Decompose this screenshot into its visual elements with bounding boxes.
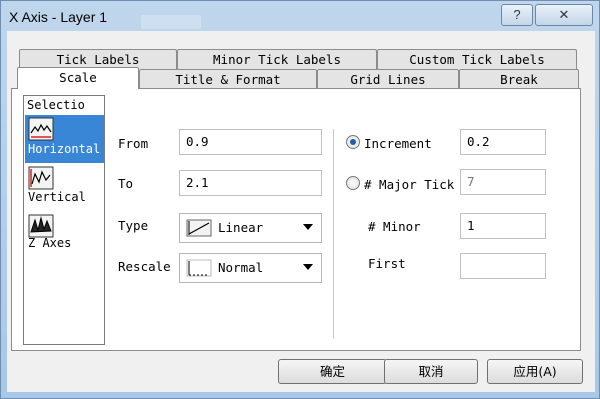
minor-ticks-input[interactable]: 1 — [460, 213, 546, 239]
selection-item-label: Z Axes — [28, 236, 72, 250]
chevron-down-icon — [303, 224, 313, 230]
first-tick-label: First — [368, 256, 406, 271]
chevron-down-icon — [303, 264, 313, 270]
selection-item-label: Horizontal — [28, 142, 101, 156]
selection-item-z-axes[interactable]: Z Axes — [25, 213, 104, 257]
selection-item-label: Vertical — [28, 190, 86, 204]
linear-scale-icon — [186, 219, 212, 237]
apply-button[interactable]: 应用(A) — [487, 359, 583, 384]
close-icon: ✕ — [558, 7, 570, 22]
rescale-icon — [186, 259, 212, 277]
selection-list[interactable]: Selectio Horizontal Vertical Z Axes — [23, 95, 105, 345]
title-bar[interactable]: X Axis - Layer 1 ? ✕ — [1, 1, 600, 35]
horizontal-axis-icon — [28, 117, 54, 141]
to-label: To — [118, 176, 134, 191]
major-ticks-radio[interactable] — [346, 176, 360, 190]
type-select-value: Linear — [218, 220, 264, 235]
type-select[interactable]: Linear — [179, 213, 322, 243]
tab-minor-tick-labels[interactable]: Minor Tick Labels — [177, 49, 377, 69]
major-ticks-label: # Major Tick — [364, 177, 454, 192]
tab-title-format[interactable]: Title & Format — [139, 69, 317, 89]
help-button[interactable]: ? — [501, 4, 533, 26]
rescale-select-value: Normal — [218, 260, 264, 275]
increment-label: Increment — [364, 136, 432, 151]
type-label: Type — [118, 218, 149, 233]
axis-dialog: X Axis - Layer 1 ? ✕ Tick Labels Minor T… — [0, 0, 600, 399]
z-axes-icon — [28, 214, 54, 238]
tab-break[interactable]: Break — [459, 69, 579, 89]
rescale-select[interactable]: Normal — [179, 253, 322, 283]
tab-custom-tick-labels[interactable]: Custom Tick Labels — [377, 49, 577, 69]
tab-scale[interactable]: Scale — [17, 67, 139, 89]
first-tick-input[interactable] — [460, 253, 546, 279]
selection-item-horizontal[interactable]: Horizontal — [25, 115, 104, 163]
window-title: X Axis - Layer 1 — [9, 9, 108, 25]
minor-ticks-label: # Minor — [368, 219, 421, 234]
major-ticks-input[interactable]: 7 — [460, 169, 546, 195]
selection-caption: Selectio — [27, 98, 85, 112]
selection-item-vertical[interactable]: Vertical — [25, 165, 104, 213]
vertical-axis-icon — [28, 166, 54, 190]
rescale-label: Rescale — [118, 259, 171, 274]
cancel-button[interactable]: 取消 — [384, 359, 478, 384]
tab-grid-lines[interactable]: Grid Lines — [317, 69, 459, 89]
to-input[interactable]: 2.1 — [179, 170, 322, 196]
tab-tick-labels[interactable]: Tick Labels — [19, 49, 177, 69]
background-window-ghost — [141, 15, 201, 29]
from-input[interactable]: 0.9 — [179, 129, 322, 155]
column-divider — [333, 129, 335, 339]
increment-input[interactable]: 0.2 — [460, 129, 546, 155]
increment-radio[interactable] — [346, 135, 360, 149]
from-label: From — [118, 136, 149, 151]
close-button[interactable]: ✕ — [535, 4, 593, 26]
ok-button[interactable]: 确定 — [278, 359, 387, 384]
